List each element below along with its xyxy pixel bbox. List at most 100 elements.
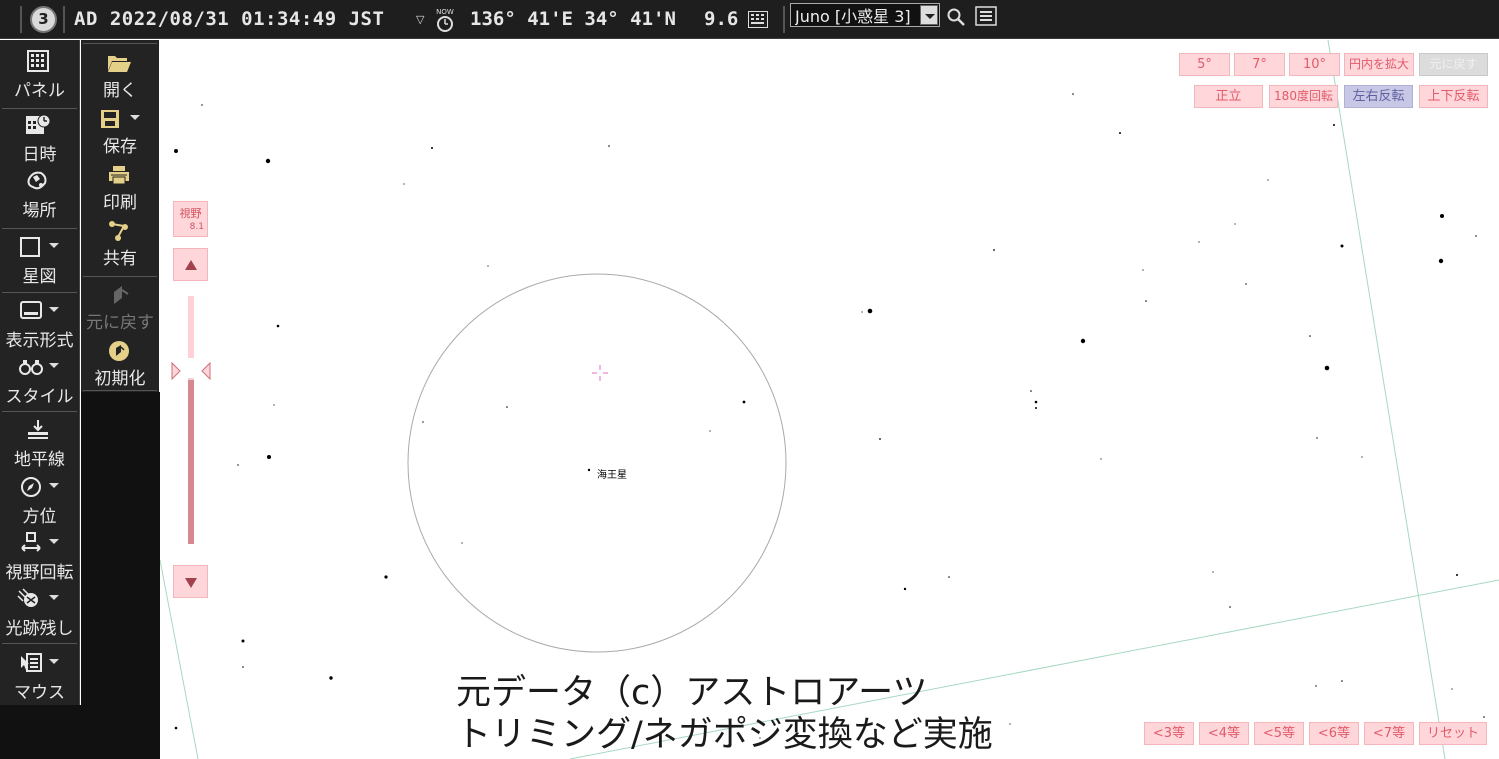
panel-grid-icon — [27, 50, 49, 72]
star-trail-button[interactable]: 光跡残し — [0, 586, 79, 639]
display-format-button[interactable]: 表示形式 — [0, 298, 79, 351]
coordinate-grid-line — [1327, 40, 1446, 759]
star-chart-canvas[interactable] — [160, 40, 1499, 759]
star-field[interactable] — [160, 40, 1499, 759]
compass-icon — [21, 477, 41, 497]
undo-button[interactable]: 元に戻す — [81, 282, 159, 334]
divider — [2, 108, 77, 109]
rotate-180-button[interactable]: 180度回転 — [1269, 85, 1338, 108]
globe-location-icon — [27, 171, 47, 190]
location-button[interactable]: 場所 — [0, 168, 79, 221]
datetime-display[interactable]: AD 2022/08/31 01:34:49 JST — [74, 8, 384, 30]
zoom-display[interactable]: 9.6 — [704, 8, 738, 30]
planet-label[interactable]: 海王星 — [597, 466, 627, 481]
stars — [174, 93, 1485, 742]
search-icon[interactable] — [946, 7, 966, 27]
mag-5-button[interactable]: <5等 — [1254, 722, 1304, 745]
divider — [2, 411, 77, 412]
fov-slider-fill[interactable] — [188, 378, 194, 544]
horizon-icon — [28, 420, 48, 439]
search-dropdown-button[interactable] — [920, 5, 938, 25]
save-icon — [101, 110, 119, 128]
toolbar-background — [81, 392, 160, 705]
credit-caption: 元データ（c）アストロアーツ トリミング/ネガポジ変換など実施 — [456, 672, 993, 756]
location-display[interactable]: 136° 41'E 34° 41'N — [470, 8, 676, 30]
star-trail-icon — [17, 588, 38, 607]
fov-10-button[interactable]: 10° — [1289, 53, 1340, 76]
top-bar: 3 AD 2022/08/31 01:34:49 JST ▽ NOW 136° … — [0, 0, 1499, 39]
keypad-icon[interactable] — [748, 11, 768, 28]
mag-4-button[interactable]: <4等 — [1199, 722, 1249, 745]
divider — [783, 6, 785, 33]
timezone-dropdown-icon[interactable]: ▽ — [416, 13, 424, 26]
mirror-horizontal-button[interactable]: 左右反転 — [1344, 85, 1413, 108]
monitor-icon — [20, 301, 42, 319]
divider — [2, 228, 77, 229]
app-logo-icon[interactable]: 3 — [30, 6, 57, 33]
view-rotation-button[interactable]: 視野回転 — [0, 530, 79, 583]
menu-icon[interactable] — [975, 6, 997, 26]
open-button[interactable]: 開く — [81, 50, 159, 102]
object-search-input[interactable] — [795, 5, 917, 25]
print-button[interactable]: 印刷 — [81, 162, 159, 214]
view-rotation-label: 視野回転 — [5, 563, 74, 583]
style-button[interactable]: スタイル — [0, 354, 79, 407]
style-label: スタイル — [5, 387, 74, 407]
datetime-label: 日時 — [22, 145, 57, 165]
chevron-down-icon — [49, 539, 59, 544]
zoom-out-arrow-button[interactable] — [173, 565, 208, 598]
undo-icon — [114, 286, 129, 304]
direction-label: 方位 — [22, 507, 57, 527]
chevron-down-icon — [49, 595, 59, 600]
star-trail-label: 光跡残し — [5, 619, 74, 639]
divider — [83, 390, 157, 391]
print-label: 印刷 — [103, 193, 137, 213]
chevron-down-icon — [49, 243, 59, 248]
datetime-button[interactable]: 日時 — [0, 112, 79, 165]
chevron-down-icon — [49, 659, 59, 664]
zoom-in-arrow-button[interactable] — [173, 248, 208, 281]
fov-5-button[interactable]: 5° — [1179, 53, 1230, 76]
direction-button[interactable]: 方位 — [0, 474, 79, 527]
share-button[interactable]: 共有 — [81, 218, 159, 270]
divider — [2, 643, 77, 644]
now-clock-icon[interactable]: NOW — [434, 7, 456, 33]
mouse-mode-button[interactable]: マウス — [0, 650, 79, 703]
reset-button[interactable]: 初期化 — [81, 338, 159, 390]
mag-7-button[interactable]: <7等 — [1364, 722, 1414, 745]
rotate-view-icon — [21, 532, 41, 552]
divider — [63, 6, 65, 33]
arrow-up-icon — [185, 260, 197, 270]
object-search-combobox[interactable] — [790, 3, 940, 27]
horizon-button[interactable]: 地平線 — [0, 417, 79, 470]
mag-reset-button[interactable]: リセット — [1419, 722, 1487, 745]
chart-button[interactable]: 星図 — [0, 234, 79, 287]
chevron-down-icon — [49, 363, 59, 368]
credit-line-2: トリミング/ネガポジ変換など実施 — [456, 715, 993, 755]
reset-label: 初期化 — [94, 369, 146, 389]
toolbar-background — [0, 705, 160, 759]
chevron-down-icon — [49, 483, 59, 488]
fov-slider-track[interactable] — [188, 296, 194, 358]
field-of-view-circle — [407, 273, 787, 653]
chevron-down-icon — [49, 307, 59, 312]
mag-6-button[interactable]: <6等 — [1309, 722, 1359, 745]
folder-open-icon — [108, 56, 131, 72]
share-icon — [109, 221, 128, 241]
panel-button[interactable]: パネル — [0, 48, 79, 104]
mag-3-button[interactable]: <3等 — [1144, 722, 1194, 745]
reset-icon — [109, 341, 129, 361]
fov-7-button[interactable]: 7° — [1234, 53, 1285, 76]
flip-vertical-button[interactable]: 上下反転 — [1419, 85, 1488, 108]
fov-slider-handle[interactable] — [171, 362, 211, 380]
save-label: 保存 — [103, 137, 137, 157]
mouse-mode-icon — [21, 653, 42, 672]
save-button[interactable]: 保存 — [81, 106, 159, 158]
restore-fov-button[interactable]: 元に戻す — [1419, 53, 1488, 76]
divider — [83, 43, 157, 44]
chevron-down-icon — [130, 115, 140, 120]
upright-button[interactable]: 正立 — [1194, 85, 1263, 108]
open-label: 開く — [103, 81, 137, 101]
mouse-mode-label: マウス — [14, 683, 65, 703]
zoom-in-circle-button[interactable]: 円内を拡大 — [1344, 53, 1414, 76]
